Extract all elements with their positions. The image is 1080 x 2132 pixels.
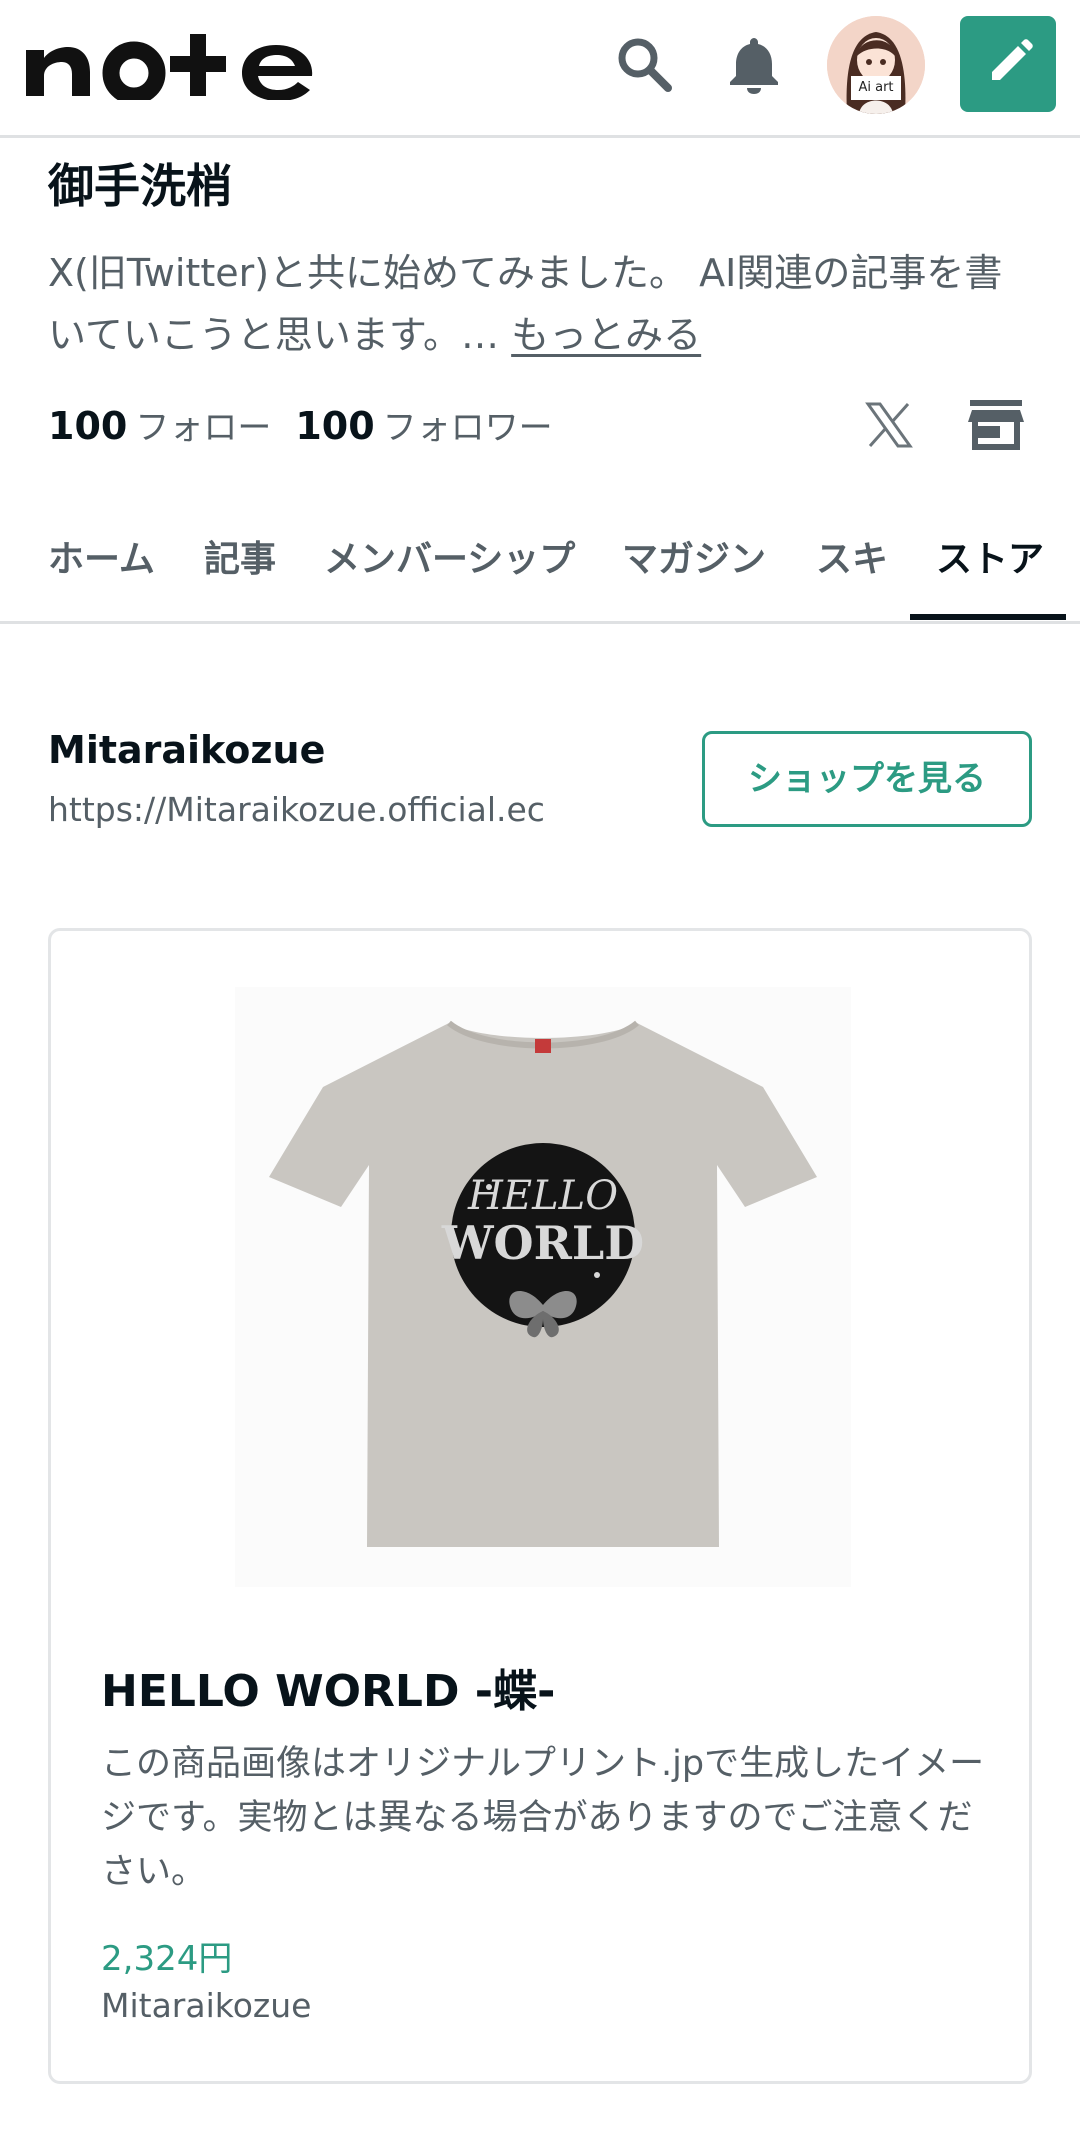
tab-store[interactable]: ストア bbox=[936, 530, 1044, 582]
product-image: HELLO WORLD bbox=[235, 987, 851, 1587]
follow-count: 100 bbox=[48, 404, 128, 448]
tab-membership[interactable]: メンバーシップ bbox=[324, 530, 575, 582]
profile-bio: X(旧Twitter)と共に始めてみました。 AI関連の記事を書いていこうと思い… bbox=[48, 242, 1018, 366]
profile-tabs: ホーム 記事 メンバーシップ マガジン スキ ストア bbox=[0, 500, 1080, 624]
shop-name: Mitaraikozue bbox=[48, 728, 326, 772]
tab-likes[interactable]: スキ bbox=[816, 530, 888, 582]
svg-text:WORLD: WORLD bbox=[441, 1216, 644, 1270]
tshirt-illustration: HELLO WORLD bbox=[269, 1020, 817, 1547]
tab-home[interactable]: ホーム bbox=[48, 530, 155, 582]
profile-name: 御手洗梢 bbox=[48, 159, 232, 213]
post-button[interactable] bbox=[960, 16, 1056, 112]
follower-stat[interactable]: 100 フォロワー bbox=[295, 404, 576, 448]
product-title[interactable]: HELLO WORLD -蝶- bbox=[101, 1655, 555, 1719]
x-icon[interactable] bbox=[864, 400, 914, 450]
app-header: note Ai art bbox=[0, 0, 1080, 138]
follow-stat[interactable]: 100 フォロー bbox=[48, 404, 295, 448]
shop-url: https://Mitaraikozue.official.ec bbox=[48, 790, 545, 829]
search-icon[interactable] bbox=[612, 32, 676, 96]
view-shop-button[interactable]: ショップを見る bbox=[702, 731, 1032, 827]
more-link[interactable]: もっとみる bbox=[511, 313, 701, 357]
product-price: 2,324円 bbox=[101, 1939, 233, 1979]
tab-magazine[interactable]: マガジン bbox=[622, 530, 766, 582]
follower-count: 100 bbox=[295, 404, 375, 448]
svg-text:HELLO: HELLO bbox=[467, 1173, 618, 1219]
product-description: この商品画像はオリジナルプリント.jpで生成したイメージです。実物とは異なる場合… bbox=[101, 1744, 985, 1892]
product-card[interactable]: HELLO WORLD HELLO WORLD -蝶- この商品画像はオリジナル… bbox=[48, 928, 1032, 2084]
follow-stats: 100 フォロー 100 フォロワー bbox=[48, 400, 577, 449]
product-seller: Mitaraikozue bbox=[101, 1986, 312, 2025]
store-icon[interactable] bbox=[966, 398, 1026, 452]
tab-articles[interactable]: 記事 bbox=[204, 530, 276, 582]
note-logo[interactable]: note bbox=[22, 30, 322, 100]
avatar-tag: Ai art bbox=[851, 76, 901, 100]
avatar[interactable]: Ai art bbox=[827, 16, 925, 114]
active-tab-indicator bbox=[910, 614, 1066, 620]
pencil-icon bbox=[992, 39, 1033, 80]
follow-label: フォロー bbox=[135, 408, 272, 448]
follower-label: フォロワー bbox=[382, 408, 553, 448]
bell-icon[interactable] bbox=[722, 32, 786, 96]
